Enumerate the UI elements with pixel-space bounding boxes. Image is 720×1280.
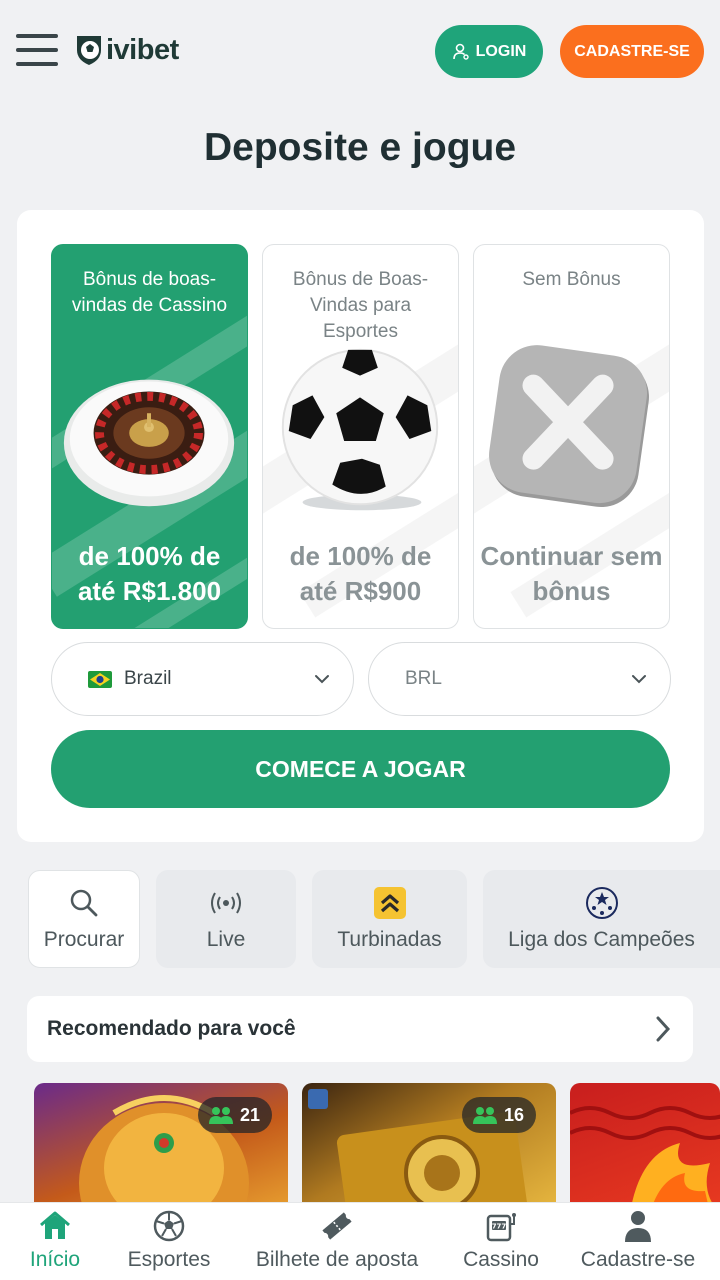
players-badge: 16: [462, 1097, 537, 1133]
bonus-option-sports[interactable]: Bônus de Boas-Vindas para Esportes de 10…: [262, 244, 459, 629]
register-button[interactable]: CADASTRE-SE: [560, 25, 704, 78]
slot-machine-icon: 777: [484, 1209, 518, 1243]
nav-register[interactable]: Cadastre-se: [568, 1209, 708, 1272]
bonus-title: Bônus de Boas-Vindas para Esportes: [292, 269, 429, 342]
chevron-down-icon: [632, 675, 646, 684]
game-tile[interactable]: 16: [302, 1083, 556, 1213]
nav-label: Bilhete de aposta: [255, 1248, 419, 1271]
nav-label: Início: [29, 1248, 81, 1271]
user-icon: [621, 1209, 655, 1243]
players-count: 16: [504, 1104, 525, 1125]
recommended-header[interactable]: Recomendado para você: [27, 996, 693, 1062]
boost-chevrons-icon: [373, 886, 407, 920]
quick-label: Procurar: [43, 928, 125, 951]
game-tile[interactable]: 21: [34, 1083, 288, 1213]
nav-bet-slip[interactable]: Bilhete de aposta: [240, 1209, 434, 1272]
game-tile[interactable]: [570, 1083, 720, 1213]
soccer-ball-icon: [152, 1209, 186, 1243]
soccer-ball-icon: [281, 348, 439, 511]
start-playing-button[interactable]: COMECE A JOGAR: [51, 730, 670, 808]
nav-label: Cassino: [463, 1248, 539, 1271]
login-label: LOGIN: [475, 42, 527, 60]
user-key-icon: [452, 43, 469, 60]
players-count: 21: [240, 1104, 261, 1125]
header: ivibet LOGIN CADASTRE-SE: [0, 0, 720, 100]
ticket-icon: [320, 1209, 354, 1243]
logo-text: ivibet: [106, 33, 179, 66]
bonus-option-none[interactable]: Sem Bônus Continuar sem bônus: [473, 244, 670, 629]
bottom-nav: Início Esportes Bilhete de aposta 777 Ca…: [0, 1202, 720, 1280]
bonus-title: Bônus de boas-vindas de Cassino: [71, 269, 228, 316]
bonus-amount: Continuar sem bônus: [480, 541, 663, 606]
bonus-option-casino[interactable]: Bônus de boas-vindas de Cassino de 100% …: [51, 244, 248, 629]
broadcast-icon: [209, 886, 243, 920]
page-title: Deposite e jogue: [203, 126, 517, 169]
country-select[interactable]: Brazil: [51, 642, 354, 716]
currency-value: BRL: [405, 668, 442, 689]
champions-league-icon: [585, 886, 619, 920]
hot-fruit-game-art: [570, 1106, 720, 1213]
nav-label: Esportes: [127, 1248, 211, 1271]
users-icon: [473, 1107, 497, 1124]
nav-home[interactable]: Início: [22, 1209, 88, 1272]
chevron-right-icon: [656, 1016, 671, 1042]
quick-boosted[interactable]: Turbinadas: [312, 870, 467, 968]
country-value: Brazil: [124, 668, 172, 689]
home-icon: [38, 1209, 72, 1243]
recommended-label: Recomendado para você: [47, 1017, 296, 1040]
svg-text:777: 777: [492, 1223, 507, 1231]
quick-label: Liga dos Campeões: [508, 928, 695, 951]
search-icon: [67, 886, 101, 920]
bonus-amount: de 100% de até R$1.800: [77, 541, 222, 606]
quick-search[interactable]: Procurar: [28, 870, 140, 968]
deposit-card: Bônus de boas-vindas de Cassino de 100% …: [17, 210, 704, 842]
brazil-flag-icon: [88, 670, 112, 688]
chevron-down-icon: [315, 675, 329, 684]
quick-live[interactable]: Live: [156, 870, 296, 968]
menu-icon[interactable]: [16, 32, 58, 68]
quick-label: Turbinadas: [337, 928, 442, 951]
login-button[interactable]: LOGIN: [435, 25, 543, 78]
roulette-icon: [63, 379, 235, 507]
shield-ball-logo-icon: [77, 36, 101, 65]
currency-select[interactable]: BRL: [368, 642, 671, 716]
bonus-title: Sem Bônus: [522, 269, 621, 290]
close-x-icon: [489, 345, 649, 508]
register-label: CADASTRE-SE: [574, 42, 690, 60]
quick-label: Live: [206, 928, 246, 951]
logo[interactable]: ivibet: [74, 34, 179, 67]
users-icon: [209, 1107, 233, 1124]
nav-sports[interactable]: Esportes: [118, 1209, 220, 1272]
bonus-amount: de 100% de até R$900: [289, 541, 432, 606]
nav-label: Cadastre-se: [580, 1248, 696, 1271]
players-badge: 21: [198, 1097, 273, 1133]
nav-casino[interactable]: 777 Cassino: [456, 1209, 546, 1272]
quick-champions-league[interactable]: Liga dos Campeões: [483, 870, 720, 968]
